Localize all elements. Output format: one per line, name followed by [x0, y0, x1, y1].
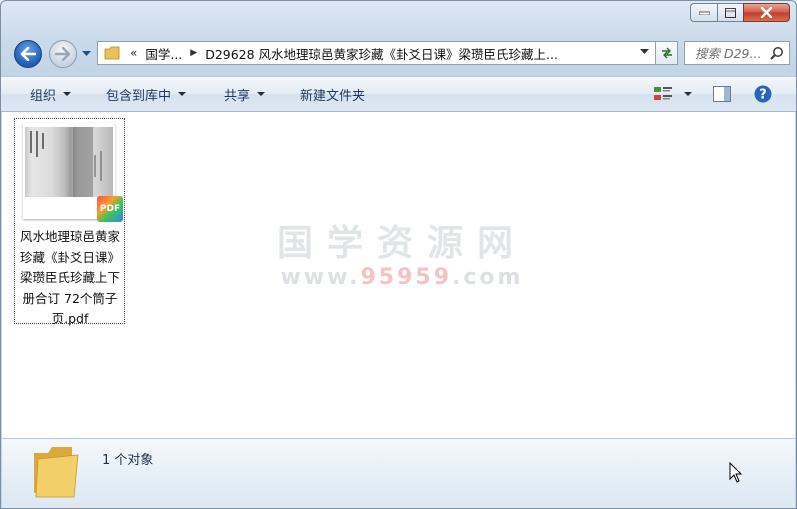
search-icon[interactable]: [770, 46, 784, 60]
file-name[interactable]: 风水地理琼邑黄家珍藏《卦爻日课》梁瓒臣氏珍藏上下册合订 72个筒子页.pdf: [17, 227, 123, 330]
search-input[interactable]: [695, 45, 773, 61]
back-button[interactable]: [14, 40, 42, 68]
share-label: 共享: [224, 88, 251, 104]
item-count: 1 个对象: [102, 453, 154, 468]
share-menu[interactable]: 共享: [224, 77, 266, 111]
svg-text:?: ?: [759, 88, 767, 103]
maximize-icon: [725, 7, 736, 18]
close-icon: [760, 7, 773, 18]
mouse-cursor-icon: [729, 462, 743, 483]
chevron-down-icon: [257, 92, 266, 96]
history-dropdown-icon[interactable]: [82, 51, 91, 57]
minimize-icon: [698, 11, 710, 15]
preview-pane-icon: [713, 86, 731, 102]
watermark-url-highlight: 95959: [360, 265, 453, 290]
window-controls: [690, 3, 790, 22]
address-bar[interactable]: « 国学... ▶ D29628 风水地理琼邑黄家珍藏《卦爻日课》梁瓒臣氏珍藏上…: [97, 41, 656, 65]
pdf-file-icon: PDF: [97, 196, 123, 222]
scanned-page-preview: [25, 127, 113, 197]
chevron-down-icon: [63, 92, 72, 96]
help-icon: ?: [754, 85, 772, 103]
refresh-button[interactable]: [656, 41, 678, 65]
watermark-url-suffix: .com: [452, 265, 524, 290]
search-box[interactable]: [684, 41, 790, 65]
address-dropdown-icon[interactable]: [640, 49, 649, 55]
watermark-url-prefix: www.: [280, 265, 361, 290]
close-button[interactable]: [743, 3, 790, 22]
file-list[interactable]: 国学资源网 www.95959.com PDF 风水地理琼邑黄家珍藏《卦爻日课》…: [2, 112, 795, 438]
help-button[interactable]: ?: [754, 77, 772, 111]
back-arrow-icon: [20, 47, 36, 61]
file-item[interactable]: PDF 风水地理琼邑黄家珍藏《卦爻日课》梁瓒臣氏珍藏上下册合订 72个筒子页.p…: [14, 118, 125, 326]
preview-pane-button[interactable]: [713, 77, 731, 111]
address-overflow[interactable]: «: [130, 46, 137, 60]
details-pane: 1 个对象: [2, 438, 795, 508]
folder-large-icon: [34, 447, 79, 498]
include-in-library-label: 包含到库中: [106, 88, 172, 104]
watermark: 国学资源网 www.95959.com: [262, 224, 542, 292]
breadcrumb-separator-icon[interactable]: ▶: [190, 48, 197, 58]
breadcrumb-root[interactable]: 国学...: [145, 44, 182, 63]
view-options-button[interactable]: [654, 77, 692, 111]
chevron-down-icon[interactable]: [684, 92, 692, 96]
folder-icon: [104, 46, 120, 60]
refresh-icon: [661, 47, 672, 59]
forward-arrow-icon: [55, 47, 71, 61]
maximize-button[interactable]: [717, 3, 743, 22]
new-folder-label: 新建文件夹: [300, 88, 366, 104]
organize-menu[interactable]: 组织: [30, 77, 72, 111]
forward-button[interactable]: [49, 40, 77, 68]
watermark-url: www.95959.com: [262, 264, 542, 292]
watermark-title: 国学资源网: [276, 223, 527, 264]
calligraphy-preview: [30, 127, 102, 197]
minimize-button[interactable]: [690, 3, 717, 22]
explorer-window: « 国学... ▶ D29628 风水地理琼邑黄家珍藏《卦爻日课》梁瓒臣氏珍藏上…: [0, 0, 797, 509]
chevron-down-icon: [178, 92, 187, 96]
view-options-icon: [654, 87, 672, 100]
new-folder-button[interactable]: 新建文件夹: [300, 77, 365, 111]
breadcrumb-current[interactable]: D29628 风水地理琼邑黄家珍藏《卦爻日课》梁瓒臣氏珍藏上...: [205, 44, 558, 63]
organize-label: 组织: [30, 88, 57, 104]
navigation-bar: « 国学... ▶ D29628 风水地理琼邑黄家珍藏《卦爻日课》梁瓒臣氏珍藏上…: [1, 39, 796, 69]
include-in-library-menu[interactable]: 包含到库中: [106, 77, 187, 111]
command-bar: 组织 包含到库中 共享 新建文件夹 ?: [1, 76, 796, 112]
